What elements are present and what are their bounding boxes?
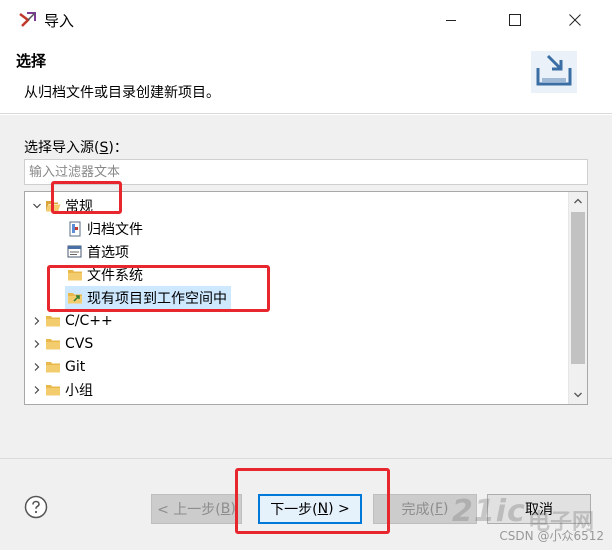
- tree-item-cvs[interactable]: CVS: [29, 332, 93, 355]
- window-title: 导入: [44, 12, 75, 30]
- wizard-page-title: 选择: [16, 52, 47, 70]
- tree-item-team[interactable]: 小组: [29, 378, 93, 401]
- scrollbar-thumb[interactable]: [571, 212, 585, 364]
- wizard-page-description: 从归档文件或目录创建新项目。: [24, 85, 220, 101]
- chevron-right-icon[interactable]: [29, 382, 45, 398]
- tree-item-file-system[interactable]: 文件系统: [67, 263, 143, 286]
- window-titlebar[interactable]: 导入: [0, 0, 612, 40]
- tree-item-label: 首选项: [87, 244, 129, 261]
- chevron-down-icon[interactable]: [29, 198, 45, 214]
- folder-icon: [45, 382, 61, 398]
- maximize-icon: [509, 14, 521, 26]
- wizard-header: 选择 从归档文件或目录创建新项目。: [0, 40, 612, 114]
- finish-button[interactable]: 完成(F): [373, 494, 477, 524]
- cancel-button[interactable]: 取消: [487, 494, 591, 524]
- maximize-button[interactable]: [492, 4, 538, 36]
- next-button[interactable]: 下一步(N) >: [258, 494, 362, 524]
- import-wizard-graphic: [531, 51, 577, 93]
- tree-item-label: 常规: [65, 198, 93, 215]
- tree-item-general[interactable]: 常规: [29, 194, 93, 217]
- tree-item-label: 归档文件: [87, 221, 143, 238]
- close-button[interactable]: [552, 4, 598, 36]
- cancel-button-label: 取消: [525, 502, 553, 518]
- tree-item-label: 小组: [65, 382, 93, 399]
- folder-icon: [45, 313, 61, 329]
- back-button-mnemonic: B: [220, 501, 231, 517]
- back-button[interactable]: < 上一步(B): [151, 494, 242, 524]
- import-source-label-prefix: 选择导入源(: [24, 140, 100, 156]
- scroll-down-button[interactable]: [569, 386, 587, 404]
- next-button-mnemonic: N: [317, 501, 329, 517]
- tree-item-existing-projects[interactable]: 现有项目到工作空间中: [65, 286, 231, 309]
- wizard-body: 选择导入源(S)： 常规 归档文件 首选项: [0, 115, 612, 550]
- chevron-right-icon[interactable]: [29, 336, 45, 352]
- tree-item-label: CVS: [65, 335, 94, 352]
- folder-open-icon: [45, 198, 61, 214]
- tree-item-git[interactable]: Git: [29, 355, 85, 378]
- import-source-tree[interactable]: 常规 归档文件 首选项 文件系统 现有项目到工作空间中 C/C++ CVS Gi…: [24, 191, 588, 405]
- next-button-suffix: ) >: [328, 501, 350, 517]
- import-source-label-suffix: )：: [108, 140, 128, 156]
- back-button-prefix: < 上一步(: [157, 502, 221, 518]
- help-icon[interactable]: [24, 495, 48, 519]
- minimize-icon: [446, 20, 456, 21]
- tree-item-cpp[interactable]: C/C++: [29, 309, 113, 332]
- import-source-label: 选择导入源(S)：: [24, 137, 128, 157]
- tree-item-label: 现有项目到工作空间中: [87, 290, 227, 307]
- archive-file-icon: [67, 221, 83, 237]
- tree-item-archive-file[interactable]: 归档文件: [67, 217, 143, 240]
- close-icon: [569, 14, 581, 26]
- chevron-up-icon: [574, 198, 582, 204]
- chevron-down-icon: [574, 392, 582, 398]
- folder-icon: [45, 359, 61, 375]
- chevron-right-icon[interactable]: [29, 313, 45, 329]
- filter-input[interactable]: [24, 159, 588, 185]
- back-button-suffix: ): [230, 501, 236, 517]
- folder-icon: [45, 336, 61, 352]
- finish-button-prefix: 完成(: [401, 502, 435, 518]
- eclipse-import-icon: [19, 12, 36, 27]
- next-button-prefix: 下一步(: [270, 502, 318, 518]
- finish-button-suffix: ): [443, 501, 449, 517]
- chevron-right-icon[interactable]: [29, 359, 45, 375]
- preferences-icon: [67, 244, 83, 260]
- tree-item-label: Git: [65, 358, 86, 375]
- existing-projects-icon: [67, 290, 83, 306]
- tree-item-label: C/C++: [65, 312, 113, 329]
- tree-item-preferences[interactable]: 首选项: [67, 240, 129, 263]
- footer-divider: [0, 458, 612, 459]
- minimize-button[interactable]: [428, 4, 474, 36]
- finish-button-mnemonic: F: [434, 501, 444, 517]
- scroll-up-button[interactable]: [569, 192, 587, 210]
- tree-scrollbar[interactable]: [568, 192, 587, 404]
- tree-item-label: 文件系统: [87, 267, 143, 284]
- folder-icon: [67, 267, 83, 283]
